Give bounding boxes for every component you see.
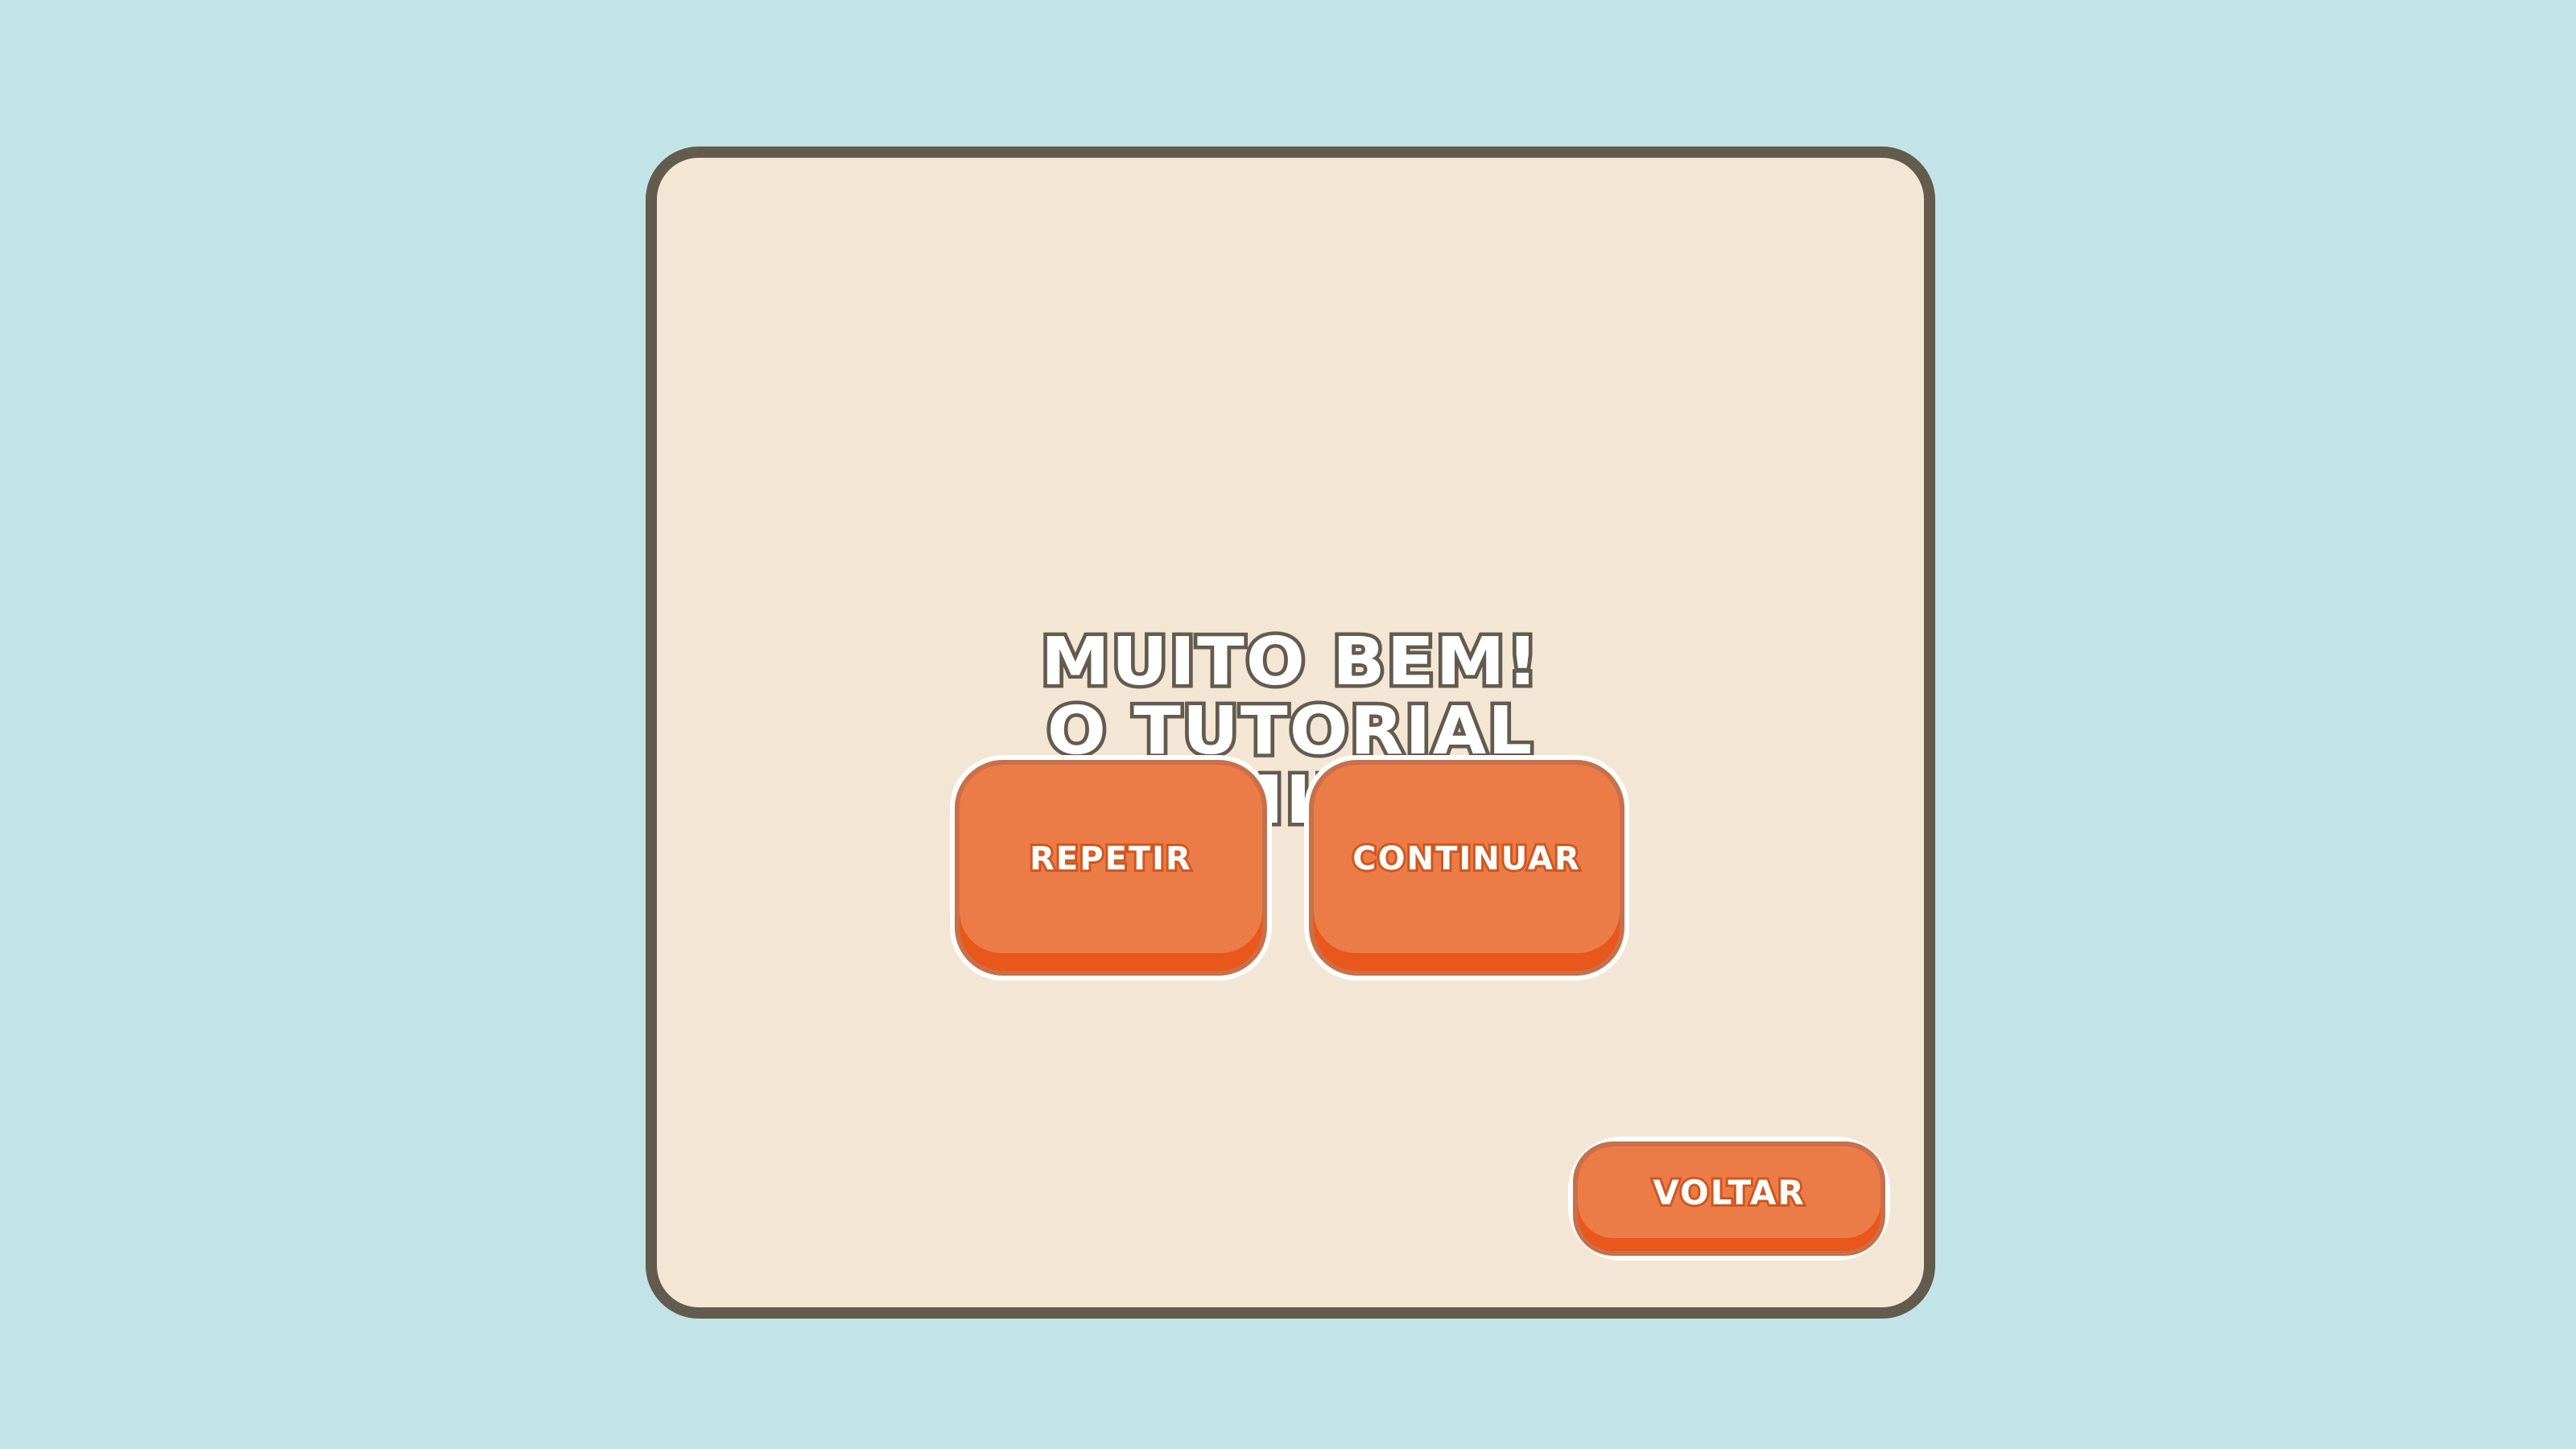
message-line-3: TERMINOU. [1058, 762, 1521, 839]
repeat-button-face: REPETIR [960, 765, 1262, 953]
continue-button-face: CONTINUAR [1314, 765, 1620, 953]
continue-button-body: CONTINUAR [1309, 760, 1624, 976]
back-button-body: VOLTAR [1573, 1141, 1885, 1256]
back-button-face: VOLTAR [1578, 1146, 1880, 1238]
continue-button[interactable]: CONTINUAR [1304, 755, 1629, 980]
repeat-button-label: REPETIR [1027, 838, 1193, 880]
back-button[interactable]: VOLTAR [1568, 1137, 1890, 1261]
back-button-label: VOLTAR [1650, 1170, 1806, 1215]
repeat-button[interactable]: REPETIR [950, 755, 1272, 980]
tutorial-complete-message: MUITO BEM! O TUTORIAL TERMINOU. [625, 624, 1956, 839]
message-line-2: O TUTORIAL [1043, 693, 1536, 770]
message-line-1: MUITO BEM! [1037, 624, 1542, 700]
repeat-button-body: REPETIR [955, 760, 1267, 976]
continue-button-label: CONTINUAR [1350, 838, 1581, 880]
